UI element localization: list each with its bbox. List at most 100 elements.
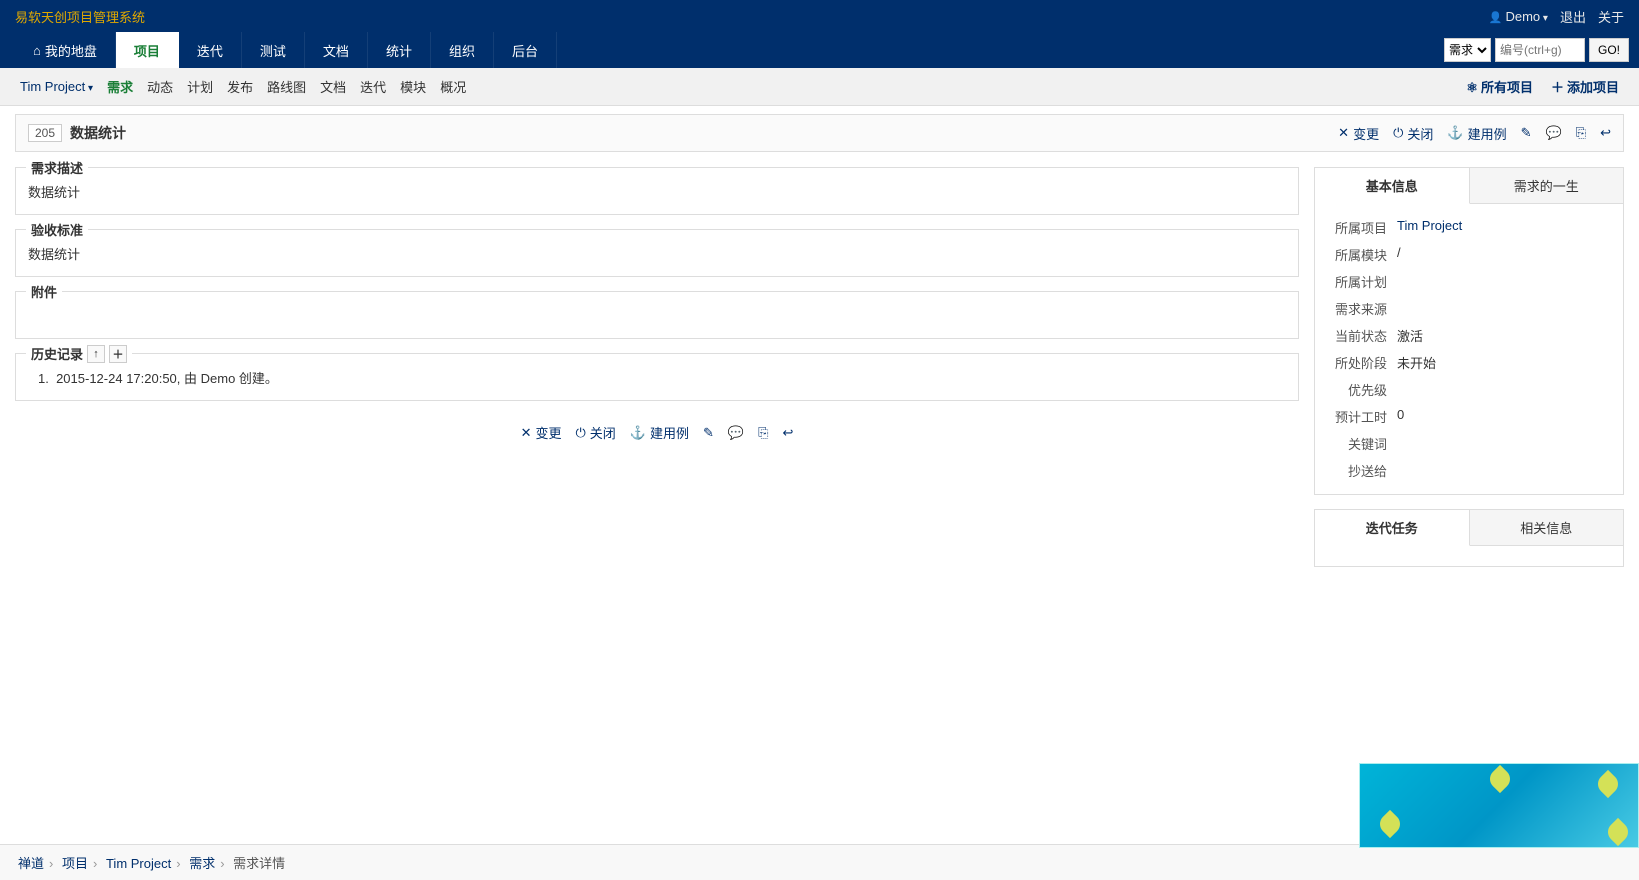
back-icon-button[interactable]: ↩: [1600, 125, 1611, 141]
subnav-release[interactable]: 发布: [227, 77, 253, 96]
subnav-activity[interactable]: 动态: [147, 77, 173, 96]
edit-icon-button-bottom[interactable]: ✎: [703, 423, 714, 442]
subnav-roadmap[interactable]: 路线图: [267, 77, 306, 96]
history-sort-button[interactable]: ↑: [87, 345, 105, 363]
add-project-link[interactable]: ＋添加项目: [1551, 77, 1619, 96]
copy-icon: ⎘: [1576, 125, 1586, 141]
project-selector[interactable]: Tim Project: [20, 79, 93, 94]
home-icon: ⌂: [33, 43, 41, 58]
acceptance-legend: 验收标准: [26, 220, 88, 239]
change-button[interactable]: ✕变更: [1338, 124, 1379, 143]
search-go-button[interactable]: GO!: [1589, 38, 1629, 62]
back-icon: ↩: [1600, 125, 1611, 141]
search-type-select[interactable]: 需求: [1444, 38, 1491, 62]
value-priority: [1395, 376, 1613, 403]
subnav-doc[interactable]: 文档: [320, 77, 346, 96]
crumb-tim[interactable]: Tim Project: [106, 856, 171, 871]
value-plan: [1395, 268, 1613, 295]
value-estimate: 0: [1395, 403, 1613, 430]
comment-icon-button[interactable]: 💬: [1546, 125, 1562, 141]
attachment-section: 附件: [15, 291, 1299, 339]
about-link[interactable]: 关于: [1598, 7, 1624, 26]
subnav-overview[interactable]: 概况: [440, 77, 466, 96]
comment-icon: 💬: [1546, 125, 1562, 141]
basic-info-panel: 基本信息 需求的一生 所属项目Tim Project 所属模块/ 所属计划 需求…: [1314, 167, 1624, 495]
label-project: 所属项目: [1325, 214, 1395, 241]
label-keyword: 关键词: [1325, 430, 1395, 457]
copy-icon-button[interactable]: ⎘: [1576, 125, 1586, 141]
bottom-actions: ✕变更 ⏻关闭 ⚓建用例 ✎ 💬 ⎘ ↩: [15, 415, 1299, 450]
nav-test[interactable]: 测试: [242, 32, 305, 68]
comment-icon: 💬: [728, 425, 744, 441]
main-nav: ⌂我的地盘 项目 迭代 测试 文档 统计 组织 后台 需求 GO!: [0, 32, 1639, 68]
tab-story-life[interactable]: 需求的一生: [1470, 168, 1624, 204]
crumb-detail: 需求详情: [233, 856, 285, 871]
subnav-requirement[interactable]: 需求: [107, 77, 133, 96]
close-button[interactable]: ⏻关闭: [1393, 124, 1433, 143]
corner-widget: [1359, 763, 1639, 848]
back-icon-button-bottom[interactable]: ↩: [783, 423, 794, 442]
nav-org[interactable]: 组织: [431, 32, 494, 68]
search-input[interactable]: [1495, 38, 1585, 62]
subnav-plan[interactable]: 计划: [187, 77, 213, 96]
value-status: 激活: [1395, 322, 1613, 349]
title-bar: 205 数据统计 ✕变更 ⏻关闭 ⚓建用例 ✎ 💬 ⎘ ↩: [15, 114, 1624, 152]
create-case-button-bottom[interactable]: ⚓建用例: [630, 423, 689, 442]
user-icon: 👤: [1489, 12, 1503, 24]
create-case-button[interactable]: ⚓建用例: [1447, 124, 1506, 143]
label-module: 所属模块: [1325, 241, 1395, 268]
sub-nav: Tim Project 需求 动态 计划 发布 路线图 文档 迭代 模块 概况 …: [0, 68, 1639, 106]
related-panel: 迭代任务 相关信息: [1314, 509, 1624, 567]
label-priority: 优先级: [1325, 376, 1395, 403]
all-projects-link[interactable]: ⚛所有项目: [1466, 77, 1533, 96]
nav-stats[interactable]: 统计: [368, 32, 431, 68]
comment-icon-button-bottom[interactable]: 💬: [728, 423, 744, 442]
value-cc: [1395, 457, 1613, 484]
sitemap-icon: ⚛: [1466, 80, 1478, 95]
value-stage: 未开始: [1395, 349, 1613, 376]
desc-legend: 需求描述: [26, 158, 88, 177]
tab-related-info[interactable]: 相关信息: [1470, 510, 1624, 546]
close-button-bottom[interactable]: ⏻关闭: [576, 423, 616, 442]
caret-down-icon: [1540, 9, 1548, 24]
nav-admin[interactable]: 后台: [494, 32, 557, 68]
breadcrumb: 禅道› 项目› Tim Project› 需求› 需求详情: [0, 844, 1639, 880]
copy-icon: ⎘: [758, 425, 768, 441]
tree-icon: ⚓: [630, 425, 646, 441]
label-cc: 抄送给: [1325, 457, 1395, 484]
history-expand-button[interactable]: ＋: [109, 345, 127, 363]
attachment-body: [28, 306, 1286, 326]
tab-basic-info[interactable]: 基本信息: [1315, 168, 1470, 204]
crumb-req[interactable]: 需求: [189, 856, 215, 871]
value-project[interactable]: Tim Project: [1397, 218, 1462, 233]
related-body: [1315, 546, 1623, 566]
nav-dashboard[interactable]: ⌂我的地盘: [15, 32, 116, 68]
logout-link[interactable]: 退出: [1560, 7, 1586, 26]
value-keyword: [1395, 430, 1613, 457]
brand-title: 易软天创项目管理系统: [15, 7, 145, 26]
plus-icon: ＋: [1551, 80, 1564, 95]
label-estimate: 预计工时: [1325, 403, 1395, 430]
label-stage: 所处阶段: [1325, 349, 1395, 376]
desc-body: 数据统计: [28, 182, 1286, 202]
copy-icon-button-bottom[interactable]: ⎘: [758, 423, 768, 442]
nav-doc[interactable]: 文档: [305, 32, 368, 68]
nav-project[interactable]: 项目: [116, 32, 179, 68]
subnav-iteration[interactable]: 迭代: [360, 77, 386, 96]
label-status: 当前状态: [1325, 322, 1395, 349]
acceptance-section: 验收标准 数据统计: [15, 229, 1299, 277]
tab-iteration-tasks[interactable]: 迭代任务: [1315, 510, 1470, 546]
subnav-module[interactable]: 模块: [400, 77, 426, 96]
crumb-home[interactable]: 禅道: [18, 856, 44, 871]
edit-icon-button[interactable]: ✎: [1521, 125, 1532, 141]
power-icon: ⏻: [576, 425, 586, 441]
edit-icon: ✎: [703, 425, 714, 441]
label-source: 需求来源: [1325, 295, 1395, 322]
nav-iteration[interactable]: 迭代: [179, 32, 242, 68]
acceptance-body: 数据统计: [28, 244, 1286, 264]
crumb-project[interactable]: 项目: [62, 856, 88, 871]
history-legend: 历史记录: [31, 344, 83, 363]
label-plan: 所属计划: [1325, 268, 1395, 295]
change-button-bottom[interactable]: ✕变更: [521, 423, 562, 442]
user-menu[interactable]: 👤Demo: [1489, 9, 1548, 24]
